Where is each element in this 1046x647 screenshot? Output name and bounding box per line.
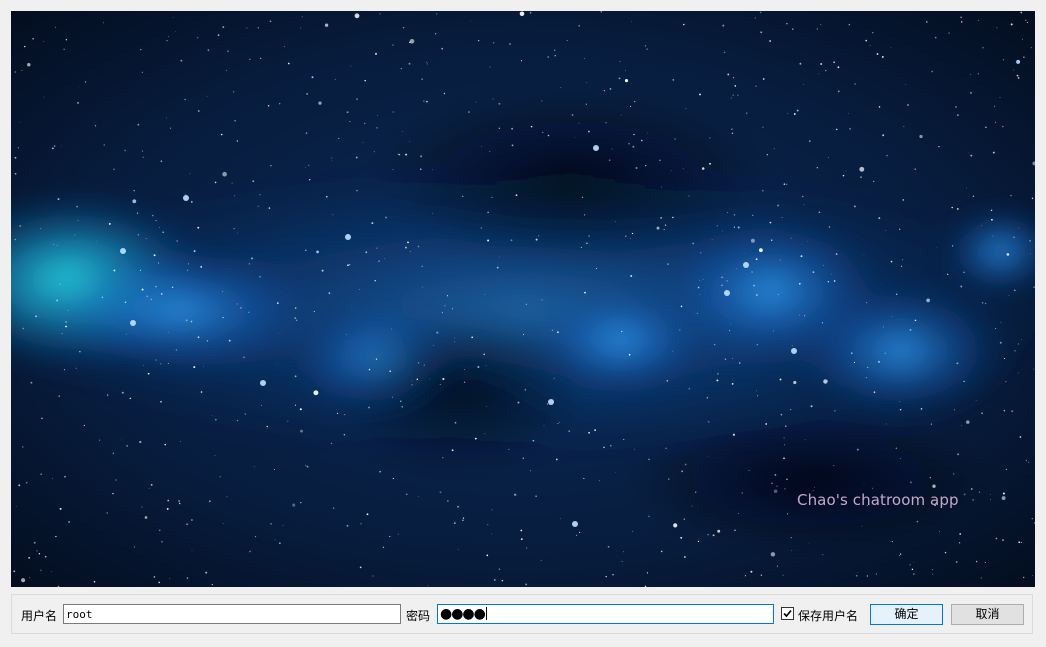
- remember-username-label[interactable]: 保存用户名: [798, 607, 858, 624]
- username-label: 用户名: [21, 609, 58, 623]
- ok-button[interactable]: 确定: [870, 604, 943, 625]
- password-input[interactable]: ●●●●: [437, 604, 774, 624]
- checkmark-icon: [783, 609, 792, 618]
- app-caption: Chao's chatroom app: [797, 491, 959, 509]
- password-masked-value: ●●●●: [440, 606, 486, 622]
- cancel-button[interactable]: 取消: [951, 604, 1024, 625]
- login-window: Chao's chatroom app 用户名 root 密码 ●●●● 保存用…: [0, 0, 1046, 647]
- text-caret: [485, 607, 487, 620]
- remember-username-checkbox[interactable]: [781, 607, 794, 620]
- username-value: root: [66, 608, 93, 621]
- login-form: 用户名 root 密码 ●●●● 保存用户名 确定 取消: [11, 594, 1033, 634]
- password-label: 密码: [406, 609, 431, 623]
- starfield-banner: Chao's chatroom app: [11, 11, 1035, 587]
- username-input[interactable]: root: [63, 604, 401, 624]
